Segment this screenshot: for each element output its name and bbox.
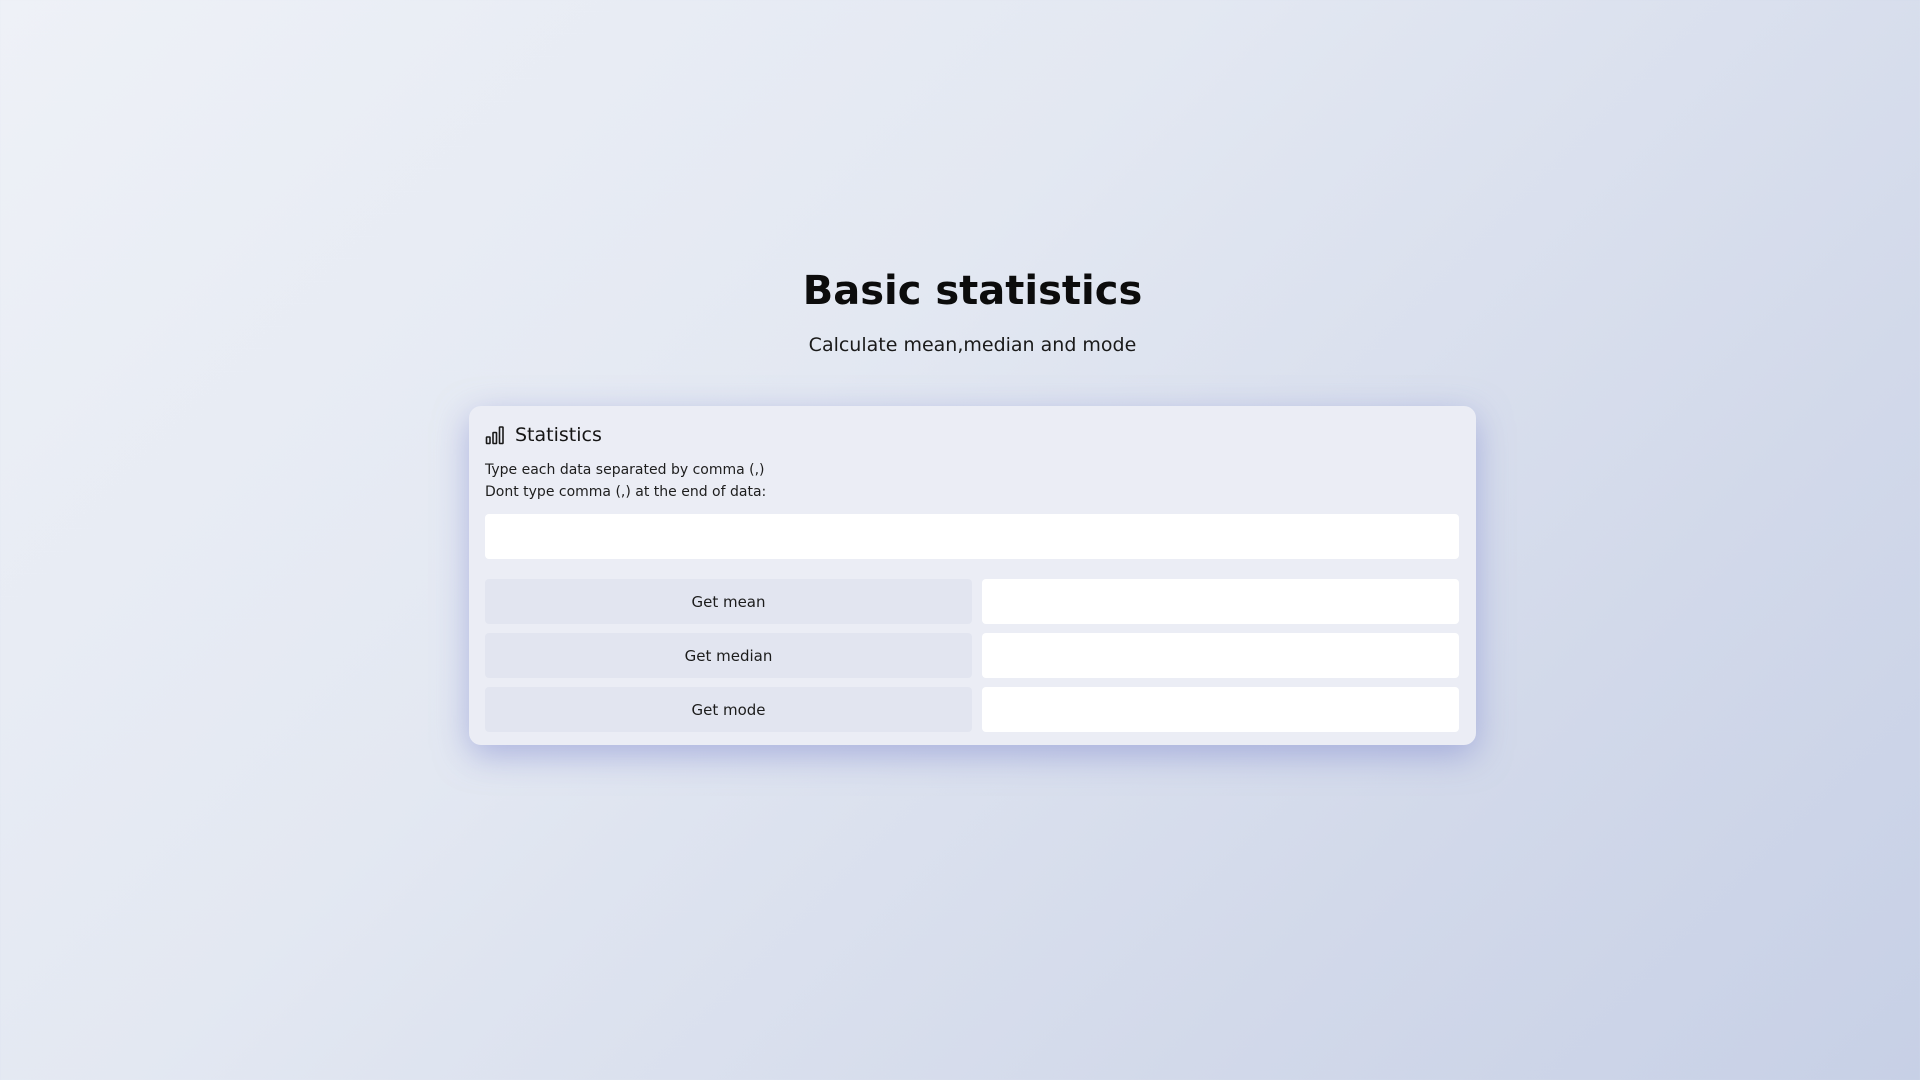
get-mean-button[interactable]: Get mean <box>485 579 972 624</box>
mean-row: Get mean <box>485 579 1460 624</box>
card-title: Statistics <box>515 424 602 446</box>
instruction-line-1: Type each data separated by comma (,) <box>485 462 765 478</box>
get-mode-button[interactable]: Get mode <box>485 687 972 732</box>
get-median-button[interactable]: Get median <box>485 633 972 678</box>
mode-result-field[interactable] <box>982 687 1459 732</box>
bar-chart-icon <box>485 425 505 445</box>
mean-result-field[interactable] <box>982 579 1459 624</box>
page-header: Basic statistics Calculate mean,median a… <box>0 262 1920 358</box>
data-input[interactable] <box>485 514 1459 559</box>
page-title: Basic statistics <box>802 268 1143 314</box>
median-row: Get median <box>485 633 1460 678</box>
mode-row: Get mode <box>485 687 1460 732</box>
instruction-line-2: Dont type comma (,) at the end of data: <box>485 484 767 500</box>
page-subtitle: Calculate mean,median and mode <box>808 334 1137 356</box>
statistics-card: Statistics Type each data separated by c… <box>469 406 1476 745</box>
card-header: Statistics <box>485 422 1460 448</box>
instructions: Type each data separated by comma (,) Do… <box>485 459 1460 503</box>
median-result-field[interactable] <box>982 633 1459 678</box>
stat-rows: Get mean Get median Get mode <box>485 579 1460 732</box>
